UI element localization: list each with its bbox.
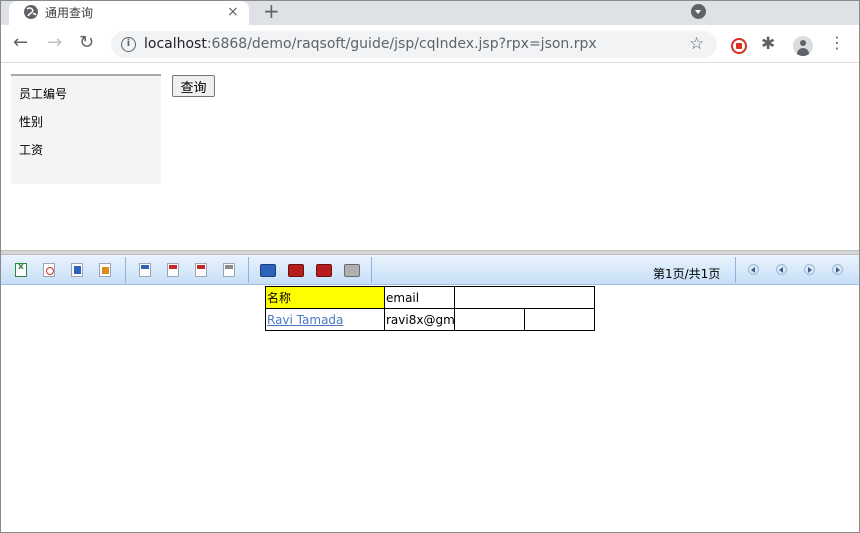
- bookmark-star-icon[interactable]: ☆: [689, 34, 704, 54]
- print-blue-icon[interactable]: [260, 264, 276, 277]
- first-page-icon[interactable]: [748, 264, 759, 275]
- back-button[interactable]: ←: [13, 33, 28, 53]
- query-field-list: 员工编号 性别 工资: [11, 74, 161, 184]
- report-toolbar: 第1页/共1页: [1, 255, 859, 285]
- tab-title: 通用查询: [45, 6, 94, 20]
- url-text[interactable]: localhost:6868/demo/raqsoft/guide/jsp/cq…: [144, 36, 597, 52]
- report-area: 名称 email Ravi Tamada ravi8x@gma: [1, 286, 859, 532]
- empty-cell: [454, 308, 525, 331]
- page-info: 第1页/共1页: [653, 267, 721, 281]
- toolbar-separator: [248, 257, 249, 283]
- forward-button[interactable]: →: [47, 33, 62, 53]
- tab-close-icon[interactable]: ×: [227, 2, 239, 22]
- field-gender[interactable]: 性别: [19, 113, 43, 130]
- tab-search-icon[interactable]: [691, 4, 706, 19]
- new-tab-button[interactable]: +: [263, 1, 280, 22]
- word-import-icon[interactable]: [195, 263, 207, 277]
- table-header-row: 名称 email: [265, 286, 595, 309]
- profile-avatar-icon[interactable]: [793, 36, 813, 56]
- next-page-icon[interactable]: [804, 264, 815, 275]
- extensions-puzzle-icon[interactable]: ✱: [761, 34, 775, 54]
- print-dark-icon[interactable]: [316, 264, 332, 277]
- active-tab[interactable]: 通用查询 ×: [9, 1, 249, 25]
- empty-cell: [524, 308, 595, 331]
- toolbar-separator: [125, 257, 126, 283]
- prev-page-icon[interactable]: [776, 264, 787, 275]
- email-cell: ravi8x@gma: [384, 308, 455, 331]
- query-form-frame: 员工编号 性别 工资 查询: [1, 64, 859, 250]
- extension-icon[interactable]: [731, 38, 747, 54]
- header-empty-cell: [454, 286, 595, 309]
- browser-toolbar: ← → ↻ i localhost:6868/demo/raqsoft/guid…: [1, 25, 859, 63]
- print-red-icon[interactable]: [288, 264, 304, 277]
- name-cell: Ravi Tamada: [265, 308, 385, 331]
- pdf-export-icon[interactable]: [43, 263, 55, 277]
- globe-icon: [24, 5, 38, 19]
- header-name-cell: 名称: [265, 286, 385, 309]
- header-email-cell: email: [384, 286, 455, 309]
- report-table: 名称 email Ravi Tamada ravi8x@gma: [265, 286, 595, 331]
- address-bar[interactable]: i localhost:6868/demo/raqsoft/guide/jsp/…: [111, 31, 717, 58]
- pdf-import-icon[interactable]: [167, 263, 179, 277]
- query-button[interactable]: 查询: [172, 75, 215, 97]
- field-employee-id[interactable]: 员工编号: [19, 85, 67, 102]
- url-path: :6868/demo/raqsoft/guide/jsp/cqIndex.jsp…: [206, 36, 597, 52]
- excel-import-icon[interactable]: [139, 263, 151, 277]
- table-row: Ravi Tamada ravi8x@gma: [265, 308, 595, 331]
- toolbar-separator: [735, 257, 736, 283]
- site-info-icon[interactable]: i: [121, 37, 136, 52]
- other-export-icon[interactable]: [99, 263, 111, 277]
- print-gray-icon[interactable]: [344, 264, 360, 277]
- print-preview-icon[interactable]: [223, 263, 235, 277]
- excel-export-icon[interactable]: [15, 262, 27, 277]
- last-page-icon[interactable]: [832, 264, 843, 275]
- name-link[interactable]: Ravi Tamada: [267, 313, 343, 327]
- browser-window: 通用查询 × + ← → ↻ i localhost:6868/demo/raq…: [0, 0, 860, 533]
- reload-button[interactable]: ↻: [79, 33, 94, 53]
- tab-strip: 通用查询 × +: [1, 0, 859, 25]
- browser-menu-icon[interactable]: ⋮: [829, 35, 845, 51]
- word-export-icon[interactable]: [71, 263, 83, 277]
- minimize-icon[interactable]: [783, 0, 793, 1]
- toolbar-separator: [371, 257, 372, 283]
- field-salary[interactable]: 工资: [19, 141, 43, 158]
- url-host: localhost: [144, 36, 207, 52]
